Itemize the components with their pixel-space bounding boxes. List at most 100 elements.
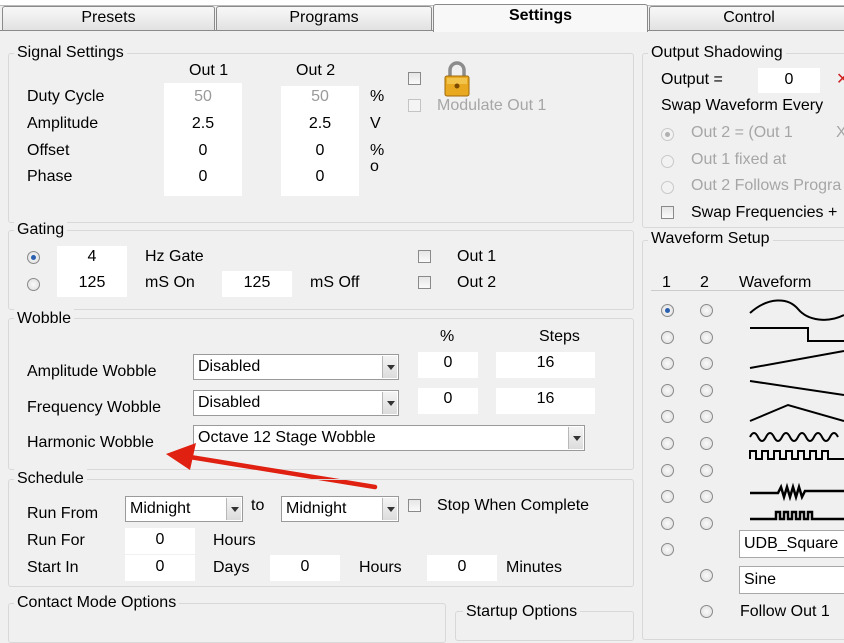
shadow-opt3-radio[interactable] <box>661 181 674 194</box>
start-in-days-value[interactable]: 0 <box>125 555 195 581</box>
stop-when-complete-checkbox[interactable] <box>408 499 421 512</box>
amplitude-wobble-steps[interactable]: 16 <box>496 352 595 378</box>
output-label: Output = <box>661 71 723 88</box>
chevron-down-icon[interactable] <box>568 427 583 449</box>
waveform-out2-radio[interactable] <box>700 383 713 397</box>
hz-gate-value[interactable]: 4 <box>57 246 127 272</box>
shadow-opt2-label: Out 1 fixed at <box>691 151 787 168</box>
offset-out1[interactable]: 0 <box>164 137 242 165</box>
ms-off-value[interactable]: 125 <box>222 271 292 297</box>
amplitude-label: Amplitude <box>27 115 99 132</box>
waveform-out1-radio[interactable] <box>661 383 674 397</box>
tab-presets[interactable]: Presets <box>2 6 215 30</box>
duty-cycle-out2[interactable]: 50 <box>281 83 359 111</box>
frequency-wobble-steps[interactable]: 16 <box>496 388 595 414</box>
triangle-wave-icon <box>749 403 844 422</box>
frequency-wobble-value: Disabled <box>198 394 261 411</box>
modulate-out1-label: Modulate Out 1 <box>437 97 547 114</box>
waveform-out2-radio[interactable] <box>700 304 713 317</box>
waveform-name-field[interactable]: UDB_Square <box>739 530 844 558</box>
harmonic-wobble-label: Harmonic Wobble <box>27 434 154 451</box>
amplitude-wobble-value: Disabled <box>198 358 261 375</box>
gate-out1-checkbox[interactable] <box>418 250 431 263</box>
schedule-title: Schedule <box>14 469 87 489</box>
waveform-out1-radio[interactable] <box>661 304 674 317</box>
waveform-out2-radio[interactable] <box>700 463 713 477</box>
swap-frequencies-label: Swap Frequencies + <box>691 204 838 221</box>
ms-off-label: mS Off <box>310 274 360 291</box>
waveform-out1-radio[interactable] <box>661 463 674 477</box>
waveform-previews <box>749 299 844 521</box>
run-for-unit: Hours <box>213 532 256 549</box>
shadow-opt3-label: Out 2 Follows Progra <box>691 177 842 194</box>
stop-when-complete-label: Stop When Complete <box>437 497 590 514</box>
ms-on-radio[interactable] <box>27 278 40 291</box>
start-in-hours-value[interactable]: 0 <box>270 555 340 581</box>
run-for-value[interactable]: 0 <box>125 528 195 554</box>
waveform-type-field[interactable]: Sine <box>739 566 844 594</box>
waveform-setup-title: Waveform Setup <box>648 229 773 249</box>
start-in-minutes-value[interactable]: 0 <box>427 555 497 581</box>
swap-frequencies-checkbox[interactable] <box>661 206 674 219</box>
frequency-wobble-label: Frequency Wobble <box>27 399 161 416</box>
tab-programs[interactable]: Programs <box>216 6 432 30</box>
gate-out2-checkbox[interactable] <box>418 276 431 289</box>
tab-settings[interactable]: Settings <box>433 4 648 32</box>
ms-on-value[interactable]: 125 <box>57 271 127 297</box>
frequency-wobble-pct[interactable]: 0 <box>418 388 478 414</box>
ms-on-label: mS On <box>145 274 195 291</box>
offset-out2[interactable]: 0 <box>281 137 359 165</box>
contact-mode-title: Contact Mode Options <box>14 593 180 613</box>
duty-cycle-out1[interactable]: 50 <box>164 83 242 111</box>
phase-out1[interactable]: 0 <box>164 163 242 191</box>
offset-label: Offset <box>27 142 70 159</box>
waveform-out2-radio[interactable] <box>700 516 713 530</box>
gate-out1-label: Out 1 <box>457 248 497 265</box>
start-in-minutes-unit: Minutes <box>506 559 563 576</box>
hz-gate-radio[interactable] <box>27 251 40 264</box>
chevron-down-icon[interactable] <box>382 356 397 378</box>
waveform-out2-radio[interactable] <box>700 569 713 582</box>
start-in-label: Start In <box>27 559 79 576</box>
amplitude-unit: V <box>370 115 381 132</box>
sine-wave-icon <box>749 299 844 321</box>
chevron-down-icon[interactable] <box>382 498 397 520</box>
phase-out2[interactable]: 0 <box>281 163 359 191</box>
amplitude-out2[interactable]: 2.5 <box>281 110 359 138</box>
amplitude-wobble-pct[interactable]: 0 <box>418 352 478 378</box>
waveform-out2-radio[interactable] <box>700 330 713 344</box>
modulate-out1-checkbox[interactable] <box>408 99 421 112</box>
lock-checkbox[interactable] <box>408 72 421 85</box>
shadow-opt2-radio[interactable] <box>661 155 674 168</box>
frequency-wobble-select[interactable]: Disabled <box>193 390 399 416</box>
duty-unit: % <box>370 88 385 105</box>
chevron-down-icon[interactable] <box>226 498 241 520</box>
phase-unit: o <box>370 158 379 175</box>
output-value[interactable]: 0 <box>758 68 820 93</box>
shadow-opt1-radio[interactable] <box>661 128 674 141</box>
amplitude-out1[interactable]: 2.5 <box>164 110 242 138</box>
duty-cycle-label: Duty Cycle <box>27 88 105 105</box>
run-from-select[interactable]: Midnight <box>125 496 243 522</box>
ramp-down-wave-icon <box>749 380 844 396</box>
burst-wave-icon <box>750 482 844 502</box>
padlock-icon[interactable] <box>442 60 472 98</box>
start-in-days-unit: Days <box>213 559 250 576</box>
chevron-down-icon[interactable] <box>382 392 397 414</box>
pulse-train-icon <box>749 450 844 460</box>
wobble-steps-header: Steps <box>539 328 580 345</box>
waveform-out1-radio[interactable] <box>661 516 674 530</box>
phase-label: Phase <box>27 168 73 185</box>
waveform-out1-radio[interactable] <box>661 437 674 450</box>
waveform-out1-radio[interactable] <box>661 330 674 344</box>
wobble-pct-header: % <box>440 328 455 345</box>
tab-control[interactable]: Control <box>649 6 844 30</box>
close-icon[interactable]: ✕ <box>836 70 844 90</box>
start-in-hours-unit: Hours <box>359 559 402 576</box>
waveform-out2-radio[interactable] <box>700 437 713 450</box>
out1-header: Out 1 <box>189 62 229 79</box>
waveform-out2-radio[interactable] <box>700 605 713 618</box>
output-shadowing-title: Output Shadowing <box>648 43 786 63</box>
run-to-select[interactable]: Midnight <box>281 496 399 522</box>
amplitude-wobble-select[interactable]: Disabled <box>193 354 399 380</box>
